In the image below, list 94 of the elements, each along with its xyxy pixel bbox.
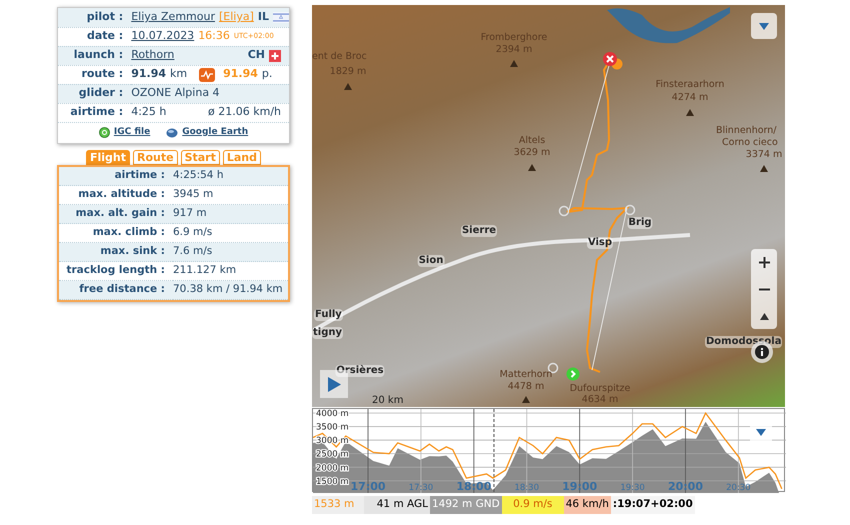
peak-icon	[760, 165, 768, 172]
map-label: Corno cieco	[722, 137, 778, 149]
x-axis-label: 18:00	[456, 480, 492, 493]
distance-unit: km	[170, 66, 188, 82]
x-axis-label: 18:30	[514, 483, 539, 493]
peak-icon	[686, 109, 694, 116]
peak-icon	[528, 164, 536, 171]
x-axis-label: 19:00	[562, 480, 598, 493]
stat-value: 917 m	[173, 204, 288, 224]
stat-label: airtime :	[59, 166, 173, 186]
map-label: Visp	[586, 237, 614, 249]
earth-icon	[166, 128, 178, 138]
status-value: 1492 m GND	[430, 496, 502, 514]
peak-icon	[522, 396, 530, 403]
stat-value: 211.127 km	[173, 262, 288, 280]
peak-icon	[510, 60, 518, 67]
map-label: 3374 m	[746, 149, 782, 161]
map-label: Matterhorn	[500, 369, 552, 381]
route-type-icon	[199, 68, 216, 82]
country-code: IL	[258, 9, 269, 25]
field-label: date :	[58, 27, 132, 46]
download-link[interactable]: Google Earth	[182, 126, 248, 140]
map-label: 3629 m	[514, 147, 550, 159]
map-label: 4478 m	[508, 381, 544, 393]
x-axis-label: 20:00	[668, 480, 703, 493]
map-label: Dufourspitze	[570, 383, 630, 395]
flag-icon	[269, 50, 281, 62]
x-axis-label: 19:30	[620, 483, 645, 493]
field-label: launch :	[58, 46, 132, 65]
y-axis-label: 3500 m	[316, 422, 349, 433]
minus-icon	[758, 288, 770, 291]
map-label: Sion	[418, 255, 444, 267]
y-axis-label: 4000 m	[316, 409, 349, 420]
map-label: Orsières	[335, 365, 385, 377]
caret-icon	[756, 428, 766, 436]
stat-label: free distance :	[59, 280, 173, 300]
play-icon	[328, 376, 340, 392]
y-axis-label: 2000 m	[316, 463, 349, 474]
x-axis-label: 20:30	[726, 483, 751, 493]
country-code: CH	[248, 47, 265, 64]
stat-label: tracklog length :	[59, 262, 173, 280]
status-value: :19:07+02:00	[610, 496, 695, 514]
airtime-value: 4:25 h	[131, 104, 166, 120]
stat-label: max. alt. gain :	[59, 204, 173, 224]
scale-label: 20 km	[372, 394, 404, 407]
field-label: airtime :	[58, 103, 132, 122]
map-label: 4274 m	[672, 92, 708, 104]
waypoint-icon	[624, 204, 636, 216]
date-link[interactable]: 10.07.2023	[131, 28, 194, 45]
map-label: Finsteraarhorn	[656, 79, 724, 91]
landing-marker-icon	[602, 51, 624, 71]
caret-icon	[759, 22, 769, 30]
map-label: ent de Broc	[312, 51, 367, 63]
stat-value: 3945 m	[173, 186, 288, 204]
stat-label: max. altitude :	[59, 186, 173, 204]
map-label: tigny	[312, 327, 344, 339]
y-axis-label: 2500 m	[316, 450, 349, 460]
launch-link[interactable]: Rothorn	[131, 47, 174, 64]
pilot-link[interactable]: Eliya Zemmour	[131, 9, 215, 26]
average-speed: ø 21.06 km/h	[208, 104, 281, 120]
status-value: 41 m AGL	[364, 496, 430, 514]
stat-value: 6.9 m/s	[173, 224, 288, 242]
waypoint-icon	[558, 205, 570, 217]
stat-value: 7.6 m/s	[173, 242, 288, 262]
download-link[interactable]: IGC file	[114, 126, 150, 140]
status-value: 1533 m	[312, 496, 364, 514]
time-value: 16:36	[198, 28, 230, 44]
launch-marker-icon	[566, 367, 580, 381]
x-axis-label: 17:30	[408, 483, 434, 493]
map-label: Brig	[627, 217, 653, 229]
peak-icon	[344, 83, 352, 90]
stat-label: max. climb :	[59, 224, 173, 242]
map-label: Sierre	[460, 225, 498, 237]
route-distance: 91.94	[131, 66, 166, 82]
field-label: route :	[58, 65, 132, 84]
map-label: Fully	[314, 309, 343, 321]
stat-value: 70.38 km / 91.94 km	[173, 280, 288, 300]
route-points: 91.94	[223, 66, 258, 82]
stat-label: max. sink :	[59, 242, 173, 262]
triangle-icon	[760, 312, 768, 320]
info-icon	[755, 345, 769, 359]
status-value: 46 km/h	[564, 496, 611, 514]
map-label: Altels	[518, 135, 546, 147]
x-axis-label: 17:00	[350, 480, 386, 493]
field-label: pilot :	[58, 8, 132, 27]
status-value: 0.9 m/s	[502, 496, 564, 514]
map-label: Blinnenhorn/	[716, 125, 776, 137]
stat-value: 4:25:54 h	[173, 166, 288, 186]
plus-icon	[758, 257, 770, 268]
field-label: glider :	[58, 84, 132, 103]
glider-value: OZONE Alpina 4	[131, 84, 289, 103]
points-unit: p.	[262, 66, 272, 82]
dropdown-button[interactable]	[751, 13, 777, 39]
map-label: 1829 m	[330, 66, 366, 78]
